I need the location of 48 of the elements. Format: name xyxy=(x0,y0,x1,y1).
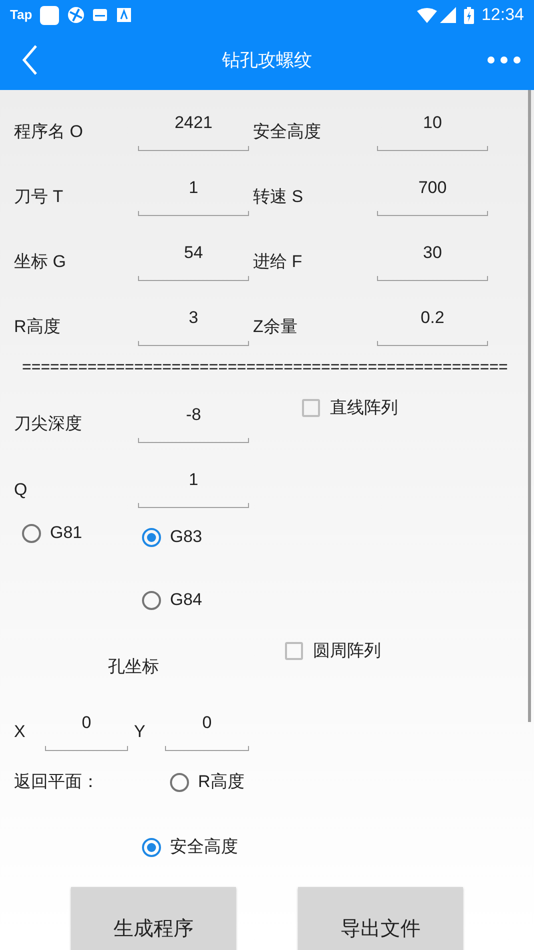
field-label: 坐标 G xyxy=(14,251,67,273)
radio-button[interactable]: G83 xyxy=(142,527,202,547)
section-title: 孔坐标 xyxy=(108,657,159,677)
input-field[interactable]: 700 xyxy=(377,172,488,216)
field-label: Q xyxy=(14,479,28,501)
signal-icon xyxy=(440,7,456,23)
field-label: 安全高度 xyxy=(253,121,322,143)
app-label: Tap xyxy=(10,6,32,24)
battery-icon xyxy=(464,6,474,24)
input-field[interactable]: 1 xyxy=(138,172,249,216)
input-field[interactable]: 0 xyxy=(45,707,128,751)
action-button[interactable]: 导出文件 xyxy=(298,887,463,950)
field-label: 进给 F xyxy=(253,251,304,273)
field-label: Y xyxy=(134,721,146,743)
action-button[interactable]: 生成程序 xyxy=(71,887,236,950)
app-icon xyxy=(117,8,132,22)
separator-line: ==================================================== xyxy=(21,358,509,378)
field-label: 返回平面： xyxy=(14,772,100,792)
screen-title: 钻孔攻螺纹 xyxy=(221,48,313,72)
input-field[interactable]: 54 xyxy=(138,237,249,281)
field-label: 刀号 T xyxy=(14,186,64,208)
app-icon xyxy=(67,6,86,24)
input-field[interactable]: 10 xyxy=(377,107,488,151)
more-icon xyxy=(487,56,521,64)
clock: 12:34 xyxy=(481,4,524,26)
app-icon xyxy=(40,6,60,24)
field-label: 程序名 O xyxy=(14,121,84,143)
scrollbar[interactable] xyxy=(528,90,531,722)
checkbox[interactable]: 圆周阵列 xyxy=(285,641,381,661)
radio-button[interactable]: G84 xyxy=(142,590,202,610)
checkbox[interactable]: 直线阵列 xyxy=(302,398,398,418)
input-field[interactable]: 3 xyxy=(138,302,249,346)
radio-button[interactable]: 安全高度 xyxy=(142,837,238,857)
field-label: 转速 S xyxy=(253,186,304,208)
wifi-icon xyxy=(417,8,438,22)
input-field[interactable]: 1 xyxy=(138,464,249,508)
input-field[interactable]: 30 xyxy=(377,237,488,281)
field-label: R高度 xyxy=(14,316,62,338)
radio-button[interactable]: G81 xyxy=(22,523,82,544)
app-icon xyxy=(93,9,108,21)
radio-button[interactable]: R高度 xyxy=(170,772,244,792)
field-label: Z余量 xyxy=(253,316,298,338)
input-field[interactable]: 0 xyxy=(165,707,249,751)
field-label: 刀尖深度 xyxy=(14,413,83,435)
field-label: X xyxy=(14,721,26,743)
input-field[interactable]: -8 xyxy=(138,399,249,443)
input-field[interactable]: 0.2 xyxy=(377,302,488,346)
input-field[interactable]: 2421 xyxy=(138,107,249,151)
